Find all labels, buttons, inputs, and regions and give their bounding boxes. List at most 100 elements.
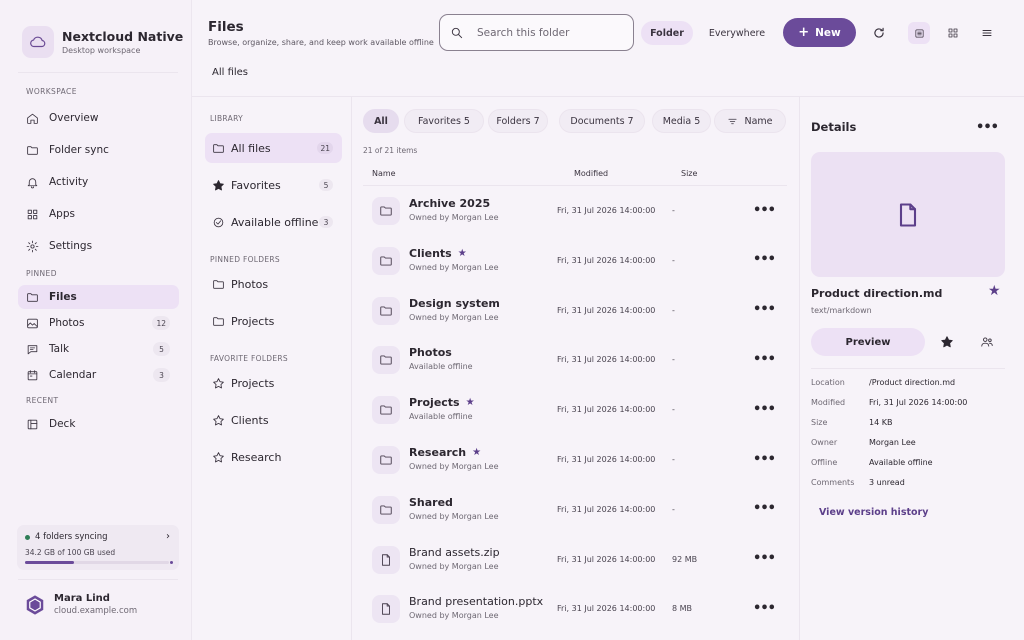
folder-icon	[213, 279, 224, 289]
sidebar-item-calendar[interactable]: Calendar 3	[18, 363, 179, 387]
file-name: Research ★	[409, 446, 481, 459]
filter-chip-media[interactable]: Media 5	[652, 109, 711, 133]
file-row[interactable]: Photos Available offline Fri, 31 Jul 2026 …	[363, 335, 787, 385]
file-name-text: Design system	[409, 296, 500, 310]
star-filled-icon[interactable]: ★	[988, 283, 1001, 299]
file-row[interactable]: Clients ★ Owned by Morgan Lee Fri, 31 Jul 2…	[363, 236, 787, 286]
sidebar-item-apps[interactable]: Apps	[18, 202, 179, 226]
folder-icon	[213, 143, 224, 153]
row-more-button[interactable]: •••	[753, 301, 776, 319]
pinned-folder-photos[interactable]: Photos	[205, 269, 342, 299]
row-more-button[interactable]: •••	[753, 201, 776, 219]
filter-chip-documents[interactable]: Documents 7	[559, 109, 645, 133]
meta-key: Offline	[811, 458, 838, 467]
file-row[interactable]: Shared Owned by Morgan Lee Fri, 31 Jul 202…	[363, 485, 787, 535]
row-more-button[interactable]: •••	[753, 251, 776, 269]
sync-status-card[interactable]: 4 folders syncing › 34.2 GB of 100 GB us…	[17, 525, 179, 570]
share-button[interactable]	[977, 332, 997, 352]
new-button[interactable]: + New	[783, 18, 856, 47]
folder-icon	[372, 197, 400, 225]
grid-view-button[interactable]	[942, 22, 964, 44]
item-count: 21 of 21 items	[363, 146, 418, 155]
library-panel: LIBRARY All files 21 Favorites 5 Availab…	[192, 96, 352, 640]
sort-button[interactable]: Name	[714, 109, 786, 133]
file-list-panel: All Favorites 5 Folders 7 Documents 7 Me…	[352, 96, 799, 640]
row-more-button[interactable]: •••	[753, 350, 776, 368]
sidebar-item-label: Folder sync	[49, 144, 109, 156]
sidebar-item-activity[interactable]: Activity	[18, 170, 179, 194]
favorite-folder-label: Research	[231, 450, 282, 464]
file-modified: Fri, 31 Jul 2026 14:00:00	[557, 504, 656, 514]
row-more-button[interactable]: •••	[753, 450, 776, 468]
preview-button[interactable]: Preview	[811, 328, 925, 356]
meta-key: Owner	[811, 438, 838, 447]
sidebar-item-photos[interactable]: Photos 12	[18, 311, 179, 335]
folder-icon	[372, 246, 400, 275]
list-view-button[interactable]	[908, 22, 930, 44]
file-row[interactable]: Research ★ Owned by Morgan Lee Fri, 31 Jul …	[363, 435, 787, 485]
column-header-modified[interactable]: Modified	[574, 169, 608, 178]
refresh-icon	[874, 27, 884, 38]
row-more-button[interactable]: •••	[753, 550, 776, 568]
sidebar-item-files[interactable]: Files	[18, 285, 179, 309]
file-owner: Available offline	[409, 362, 473, 372]
library-item-all-files[interactable]: All files 21	[205, 133, 342, 163]
column-header-name[interactable]: Name	[372, 169, 396, 178]
details-file-name: Product direction.md	[811, 287, 943, 300]
user-name: Mara Lind	[54, 593, 110, 604]
file-row[interactable]: Archive 2025 Owned by Morgan Lee Fri, 31 J…	[363, 186, 787, 236]
file-row[interactable]: Design system Owned by Morgan Lee Fri, 31 …	[363, 286, 787, 336]
file-owner: Owned by Morgan Lee	[409, 462, 499, 471]
grid-icon	[27, 209, 38, 219]
library-item-label: Favorites	[231, 178, 281, 192]
star-outline-icon	[213, 414, 224, 425]
row-more-button[interactable]: •••	[753, 500, 776, 518]
meta-value: Available offline	[869, 458, 933, 467]
sidebar-item-settings[interactable]: Settings	[18, 234, 179, 258]
search-box[interactable]	[439, 14, 634, 51]
row-more-button[interactable]: •••	[753, 400, 776, 418]
count-badge: 5	[319, 179, 333, 191]
filter-chip-folders[interactable]: Folders 7	[488, 109, 548, 133]
refresh-button[interactable]	[868, 22, 890, 44]
file-preview[interactable]	[811, 152, 1005, 277]
more-icon: •••	[753, 551, 776, 567]
star-outline-icon	[213, 451, 224, 462]
favorite-folder-projects[interactable]: Projects	[205, 368, 342, 398]
file-row[interactable]: Brand presentation.pptx Owned by Morgan L…	[363, 584, 787, 634]
row-more-button[interactable]: •••	[753, 599, 776, 617]
favorite-folder-research[interactable]: Research	[205, 442, 342, 472]
divider	[18, 72, 178, 73]
filter-chip-favorites[interactable]: Favorites 5	[404, 109, 484, 133]
more-icon: •••	[753, 302, 776, 318]
scope-everywhere-button[interactable]: Everywhere	[698, 21, 776, 45]
details-panel: Details ••• Product direction.md ★ text/…	[799, 96, 1024, 640]
sidebar-item-overview[interactable]: Overview	[18, 106, 179, 130]
version-history-link[interactable]: View version history	[819, 507, 928, 518]
sidebar-item-folder-sync[interactable]: Folder sync	[18, 138, 179, 162]
file-row[interactable]: Brand assets.zip Owned by Morgan Lee Fri, …	[363, 535, 787, 585]
pinned-folder-projects[interactable]: Projects	[205, 306, 342, 336]
filter-chip-all[interactable]: All	[363, 109, 399, 133]
file-row[interactable]: Projects ★ Available offline Fri, 31 Jul 20…	[363, 385, 787, 435]
gear-icon	[26, 240, 39, 252]
menu-button[interactable]	[976, 22, 998, 44]
sidebar-item-talk[interactable]: Talk 5	[18, 337, 179, 361]
scope-folder-button[interactable]: Folder	[641, 21, 693, 45]
star-filled-icon: ★	[465, 397, 475, 409]
file-name-text: Brand assets.zip	[409, 545, 500, 559]
column-header-size[interactable]: Size	[681, 169, 697, 178]
user-account[interactable]: Mara Lind cloud.example.com	[24, 593, 137, 616]
favorite-folder-clients[interactable]: Clients	[205, 405, 342, 435]
library-item-favorites[interactable]: Favorites 5	[205, 170, 342, 200]
library-item-available-offline[interactable]: Available offline 3	[205, 207, 342, 237]
sidebar-item-deck[interactable]: Deck	[18, 412, 179, 436]
file-name-text: Archive 2025	[409, 197, 491, 210]
search-input[interactable]	[477, 26, 627, 39]
favorite-button[interactable]	[937, 332, 957, 352]
sidebar-item-label: Photos	[49, 317, 85, 329]
details-more-button[interactable]: •••	[976, 118, 999, 136]
breadcrumb[interactable]: All files	[212, 67, 248, 78]
file-icon	[372, 545, 400, 574]
file-owner: Owned by Morgan Lee	[409, 312, 499, 322]
